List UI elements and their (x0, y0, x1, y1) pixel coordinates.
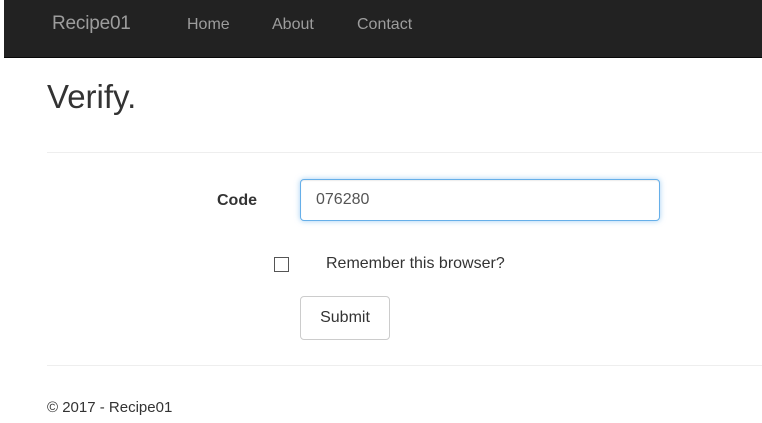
remember-browser-checkbox[interactable] (274, 257, 289, 272)
divider-top (47, 152, 762, 153)
footer-copyright: © 2017 - Recipe01 (47, 399, 173, 416)
brand-link[interactable]: Recipe01 (52, 13, 131, 35)
page: Recipe01 Home About Contact Verify. Code… (0, 0, 762, 423)
submit-button[interactable]: Submit (300, 296, 390, 340)
nav-link-about[interactable]: About (272, 16, 314, 34)
page-title: Verify. (47, 78, 137, 115)
remember-browser-label: Remember this browser? (326, 255, 505, 272)
nav-link-home[interactable]: Home (187, 16, 230, 34)
nav-link-contact[interactable]: Contact (357, 16, 412, 34)
code-label: Code (217, 192, 257, 209)
code-input[interactable] (300, 179, 660, 221)
top-navbar: Recipe01 Home About Contact (4, 0, 762, 58)
divider-bottom (47, 365, 762, 366)
